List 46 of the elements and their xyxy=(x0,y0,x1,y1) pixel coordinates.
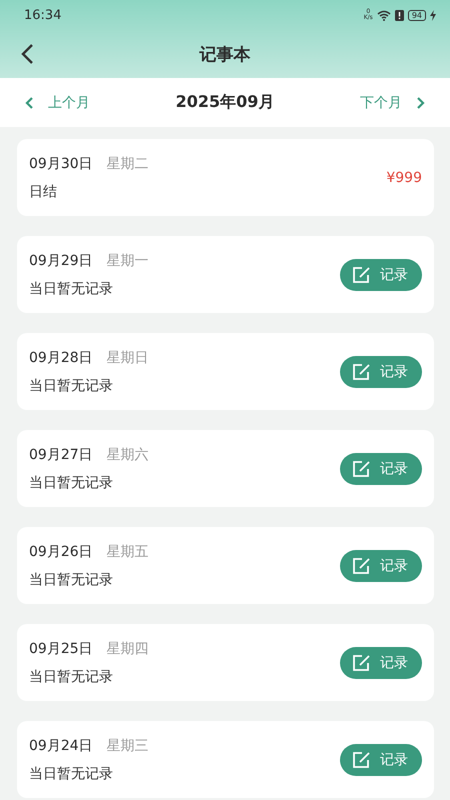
entry-weekday: 星期三 xyxy=(106,736,149,754)
entry-date: 09月24日 xyxy=(29,736,93,754)
page-title: 记事本 xyxy=(200,44,250,66)
entry-weekday: 星期日 xyxy=(106,348,149,366)
entry-note: 日结 xyxy=(29,182,58,200)
record-button[interactable]: 记录 xyxy=(340,258,422,290)
entry-weekday: 星期五 xyxy=(106,542,149,560)
record-button[interactable]: 记录 xyxy=(340,646,422,678)
current-month: 2025年09月 xyxy=(176,92,274,113)
status-time: 16:34 xyxy=(24,8,62,22)
chevron-left-icon xyxy=(24,96,34,110)
entry-weekday: 星期六 xyxy=(106,446,149,464)
entry-amount: ¥999 xyxy=(386,170,422,186)
entry-date: 09月30日 xyxy=(29,154,93,172)
entry-note: 当日暂无记录 xyxy=(29,764,114,782)
next-month-button[interactable]: 下个月 xyxy=(360,94,426,112)
entry-date: 09月25日 xyxy=(29,640,93,658)
entry-note: 当日暂无记录 xyxy=(29,376,114,394)
previous-month-button[interactable]: 上个月 xyxy=(24,94,90,112)
entry-date: 09月29日 xyxy=(29,252,93,270)
record-button[interactable]: 记录 xyxy=(340,356,422,388)
record-button[interactable]: 记录 xyxy=(340,452,422,484)
entry-note: 当日暂无记录 xyxy=(29,280,114,298)
record-button[interactable]: 记录 xyxy=(340,744,422,776)
edit-icon xyxy=(352,266,372,284)
entry-date: 09月27日 xyxy=(29,446,93,464)
back-button[interactable] xyxy=(20,43,34,65)
entry-note: 当日暂无记录 xyxy=(29,668,114,686)
alert-icon xyxy=(394,10,404,20)
entry-weekday: 星期一 xyxy=(106,252,149,270)
charging-icon xyxy=(430,10,436,20)
edit-icon xyxy=(352,750,372,768)
entry-date: 09月26日 xyxy=(29,542,93,560)
battery-indicator: 94 xyxy=(408,10,426,20)
entry-note: 当日暂无记录 xyxy=(29,474,114,492)
entry-weekday: 星期二 xyxy=(106,154,149,172)
edit-icon xyxy=(352,556,372,574)
record-button[interactable]: 记录 xyxy=(340,550,422,582)
edit-icon xyxy=(352,654,372,672)
entry-weekday: 星期四 xyxy=(106,640,149,658)
wifi-icon xyxy=(376,10,391,20)
entry-date: 09月28日 xyxy=(29,348,93,366)
entry-note: 当日暂无记录 xyxy=(29,570,114,588)
edit-icon xyxy=(352,362,372,380)
edit-icon xyxy=(352,460,372,478)
chevron-right-icon xyxy=(416,96,426,110)
